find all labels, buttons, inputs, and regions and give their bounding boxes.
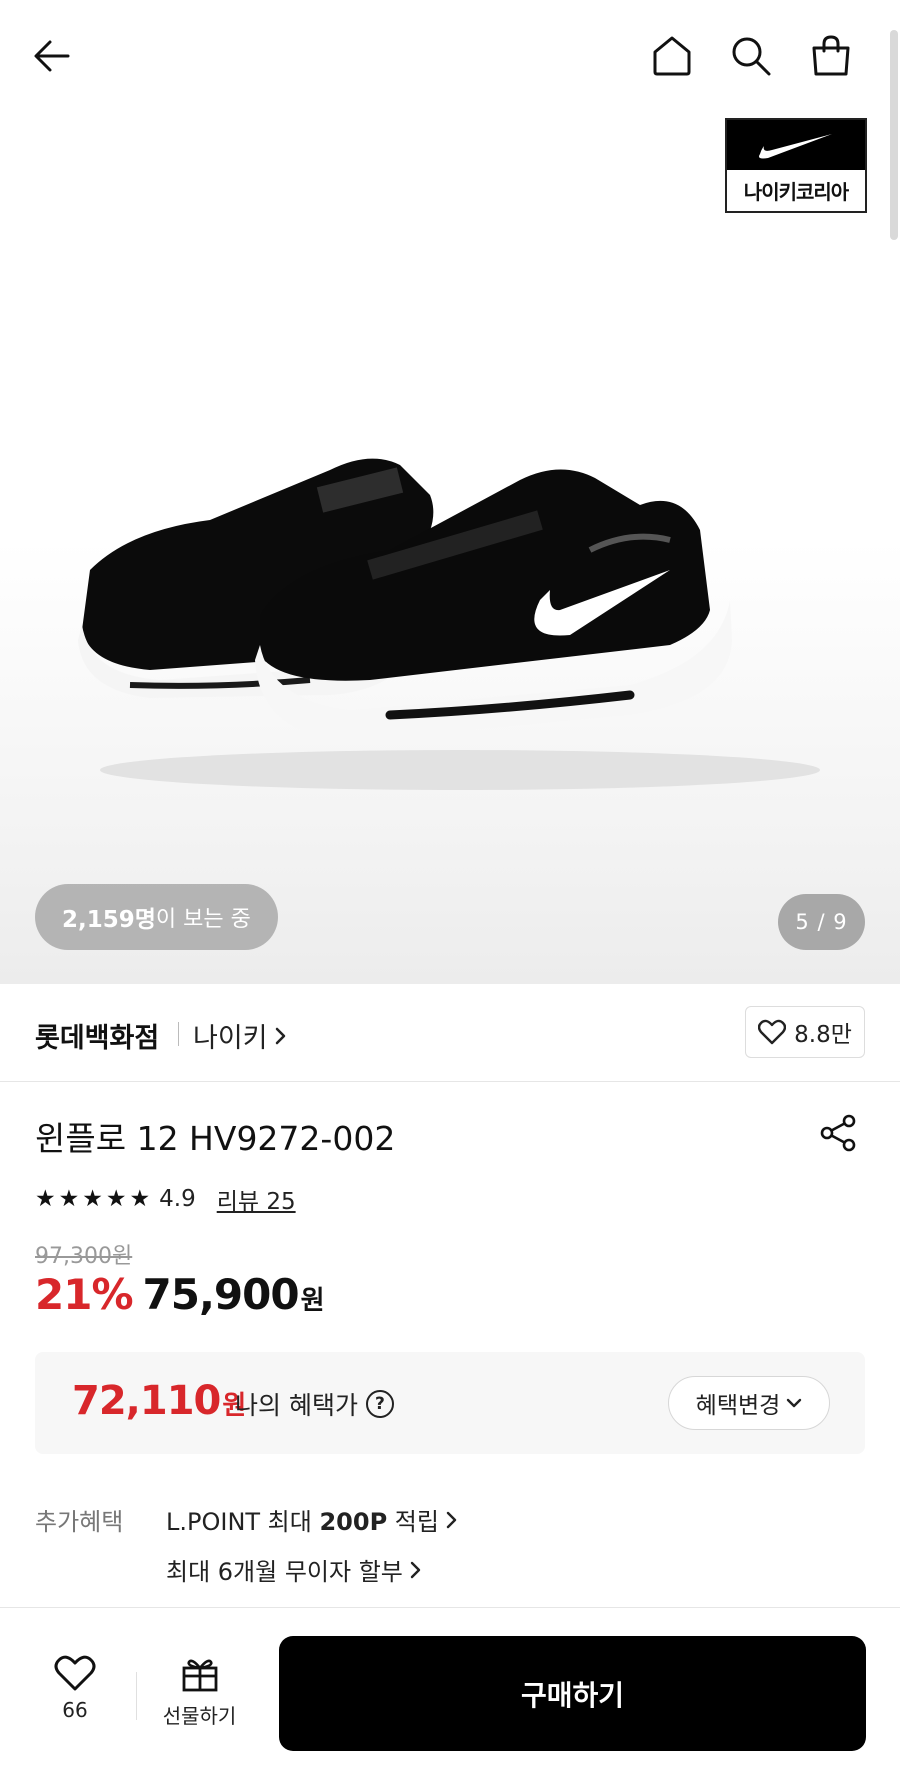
home-button[interactable] bbox=[642, 26, 702, 86]
change-benefit-label: 혜택변경 bbox=[695, 1393, 781, 1419]
product-image bbox=[78, 458, 820, 790]
gift-label: 선물하기 bbox=[162, 1704, 237, 1728]
scrollbar[interactable] bbox=[890, 30, 898, 240]
like-count: 8.8만 bbox=[794, 1022, 852, 1048]
benefit-label-text: 나의 혜택가 bbox=[235, 1391, 358, 1420]
price-row: 21% 75,900 원 bbox=[35, 1270, 325, 1326]
brand-logo: 나이키코리아 bbox=[725, 118, 867, 213]
nike-swoosh-icon bbox=[727, 120, 865, 170]
product-image-carousel[interactable]: 나이키코리아 2,159명 이 보는 중 5 / 9 bbox=[0, 0, 900, 984]
original-price: 97,300원 bbox=[35, 1244, 133, 1269]
brand-link-label: 나이키 bbox=[193, 1023, 268, 1054]
installment-text: 최대 6개월 무이자 할부 bbox=[166, 1558, 403, 1586]
shopping-bag-button[interactable] bbox=[801, 26, 861, 86]
heart-icon bbox=[54, 1655, 96, 1691]
gift-button[interactable]: 선물하기 bbox=[152, 1654, 247, 1750]
lpoint-amount: 200P bbox=[319, 1508, 388, 1536]
lpoint-benefit-link[interactable]: L.POINT 최대 200P 적립 bbox=[166, 1502, 459, 1537]
viewers-count: 2,159명 bbox=[62, 907, 156, 933]
star-icon: ★ bbox=[105, 1185, 127, 1212]
extra-benefit-label: 추가혜택 bbox=[35, 1508, 124, 1536]
store-name[interactable]: 롯데백화점 bbox=[35, 1016, 159, 1055]
search-button[interactable] bbox=[721, 26, 781, 86]
lpoint-suffix: 적립 bbox=[387, 1508, 439, 1536]
share-button[interactable] bbox=[815, 1110, 861, 1156]
rating-row: ★ ★ ★ ★ ★ 4.9 리뷰 25 bbox=[35, 1182, 296, 1216]
benefit-price-value: 72,110 bbox=[72, 1378, 221, 1424]
brand-like-button[interactable]: 8.8만 bbox=[745, 1006, 865, 1058]
review-link[interactable]: 리뷰 25 bbox=[217, 1182, 296, 1216]
chevron-right-icon bbox=[446, 1511, 457, 1528]
benefit-price-box: 72,110 원 나의 혜택가 ? 혜택변경 bbox=[35, 1352, 865, 1454]
gift-icon bbox=[182, 1659, 217, 1692]
buy-button[interactable]: 구매하기 bbox=[279, 1636, 866, 1751]
wishlist-button[interactable]: 66 bbox=[35, 1654, 115, 1750]
search-icon bbox=[732, 37, 771, 76]
chevron-down-icon bbox=[787, 1398, 802, 1408]
chevron-right-icon bbox=[275, 1027, 285, 1044]
discount-rate: 21% bbox=[35, 1270, 134, 1319]
change-benefit-button[interactable]: 혜택변경 bbox=[668, 1376, 830, 1430]
shopping-bag-icon bbox=[812, 35, 850, 76]
star-icon: ★ bbox=[58, 1185, 80, 1212]
store-divider bbox=[178, 1022, 179, 1046]
store-row: 롯데백화점 나이키 8.8만 bbox=[0, 984, 900, 1082]
product-title: 윈플로 12 HV9272-002 bbox=[35, 1119, 396, 1158]
sale-price-unit: 원 bbox=[300, 1286, 325, 1316]
bar-divider bbox=[136, 1672, 137, 1720]
bottom-action-bar: 66 선물하기 구매하기 bbox=[0, 1607, 900, 1775]
brand-logo-text: 나이키코리아 bbox=[743, 180, 849, 204]
back-button[interactable] bbox=[22, 26, 82, 86]
star-icon: ★ bbox=[82, 1185, 103, 1212]
brand-link[interactable]: 나이키 bbox=[193, 1016, 288, 1055]
sale-price: 75,900 bbox=[142, 1270, 300, 1319]
back-arrow-icon bbox=[34, 40, 70, 72]
home-icon bbox=[653, 36, 691, 76]
share-icon bbox=[820, 1114, 856, 1152]
viewers-suffix: 이 보는 중 bbox=[155, 907, 251, 932]
lpoint-prefix: L.POINT 최대 bbox=[166, 1508, 320, 1536]
heart-icon bbox=[758, 1019, 787, 1045]
benefit-price: 72,110 원 bbox=[72, 1378, 246, 1424]
help-icon[interactable]: ? bbox=[365, 1390, 394, 1418]
chevron-right-icon bbox=[410, 1561, 421, 1578]
top-navigation-bar bbox=[0, 0, 900, 110]
star-icon: ★ bbox=[129, 1185, 151, 1212]
installment-benefit-link[interactable]: 최대 6개월 무이자 할부 bbox=[166, 1552, 423, 1587]
image-page-indicator: 5 / 9 bbox=[778, 894, 865, 950]
benefit-label: 나의 혜택가 ? bbox=[235, 1386, 394, 1422]
wishlist-count: 66 bbox=[62, 1698, 88, 1722]
star-icon: ★ bbox=[35, 1185, 56, 1212]
rating-value: 4.9 bbox=[159, 1186, 196, 1212]
viewers-badge: 2,159명 이 보는 중 bbox=[35, 884, 278, 950]
